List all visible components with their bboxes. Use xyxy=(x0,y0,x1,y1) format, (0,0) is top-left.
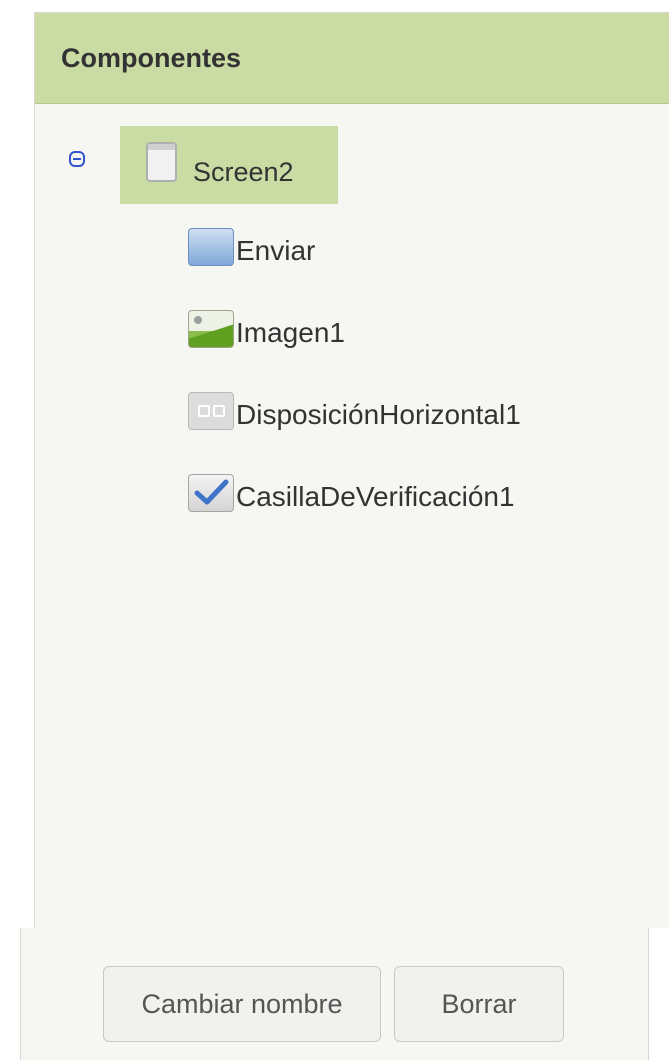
tree-node-casilladeverificacion1[interactable]: CasillaDeVerificación1 xyxy=(188,468,515,518)
tree-node-imagen1[interactable]: Imagen1 xyxy=(188,304,345,354)
tree-node-label: DisposiciónHorizontal1 xyxy=(236,399,521,430)
delete-button[interactable]: Borrar xyxy=(394,966,564,1042)
tree-node-label: CasillaDeVerificación1 xyxy=(236,481,515,512)
horizontal-arrangement-icon xyxy=(188,392,234,430)
checkmark-icon xyxy=(194,479,229,505)
tree-node-disposicionhorizontal1[interactable]: DisposiciónHorizontal1 xyxy=(188,386,521,436)
panel-header: Componentes xyxy=(35,13,669,104)
tree-node-screen2[interactable]: Screen2 xyxy=(120,126,338,204)
tree-node-label: Enviar xyxy=(236,235,316,266)
collapse-toggle-icon[interactable] xyxy=(69,151,85,167)
button-icon xyxy=(188,228,234,266)
tree-node-label: Imagen1 xyxy=(236,317,345,348)
tree-node-enviar[interactable]: Enviar xyxy=(188,222,315,272)
image-icon xyxy=(188,310,234,348)
screen-icon xyxy=(146,142,177,182)
checkbox-icon xyxy=(188,474,234,512)
panel-title: Componentes xyxy=(61,42,242,73)
rename-button[interactable]: Cambiar nombre xyxy=(103,966,381,1042)
tree-node-label: Screen2 xyxy=(193,156,294,187)
